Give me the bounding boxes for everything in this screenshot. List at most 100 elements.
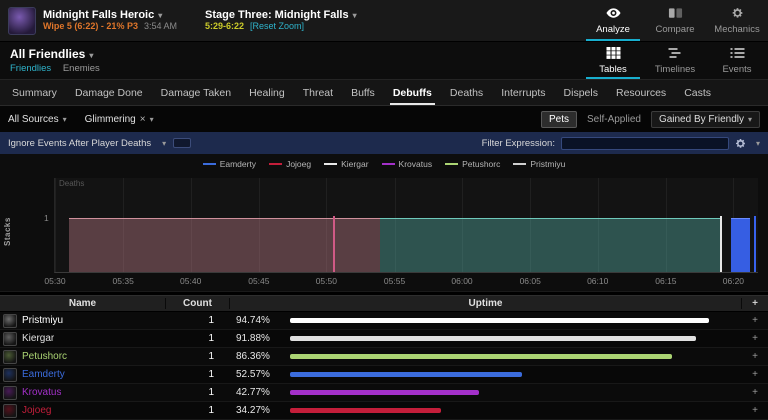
eye-icon — [605, 7, 621, 22]
column-header-expand[interactable]: + — [742, 298, 768, 309]
uptime-cell: 42.77% — [230, 387, 742, 398]
expand-row-button[interactable]: + — [742, 369, 768, 380]
legend-color-swatch — [202, 163, 216, 165]
column-header-uptime[interactable]: Uptime — [230, 298, 742, 309]
gear-icon — [730, 7, 745, 22]
player-name[interactable]: Krovatus — [22, 387, 61, 398]
expand-row-button[interactable]: + — [742, 351, 768, 362]
nav-item-timelines[interactable]: Timelines — [644, 42, 706, 79]
ability-icon — [3, 331, 17, 346]
chevron-down-icon[interactable] — [752, 138, 760, 149]
tab-damage-taken[interactable]: Damage Taken — [152, 80, 240, 105]
table-row: Jojoeg 1 34.27% + — [0, 402, 768, 420]
player-name-cell: Petushorc — [0, 349, 166, 364]
pets-toggle[interactable]: Pets — [541, 110, 578, 128]
tab-damage-done[interactable]: Damage Done — [66, 80, 152, 105]
x-axis-tick: 06:20 — [722, 276, 745, 286]
player-name-cell: Pristmiyu — [0, 313, 166, 328]
reset-zoom-link[interactable]: [Reset Zoom] — [250, 21, 304, 31]
table-header-row: Name Count Uptime + — [0, 295, 768, 312]
uptime-cell: 34.27% — [230, 405, 742, 416]
count-cell: 1 — [208, 405, 214, 416]
nav-item-events[interactable]: Events — [706, 42, 768, 79]
nav-item-analyze[interactable]: Analyze — [582, 0, 644, 41]
legend-label: Eamderty — [219, 159, 257, 169]
wipe-info[interactable]: Wipe 5 (6:22) - 21% P3 — [43, 21, 138, 31]
uptime-bar-track — [290, 372, 732, 377]
nav-item-compare[interactable]: Compare — [644, 0, 706, 41]
expand-row-button[interactable]: + — [742, 405, 768, 416]
chevron-down-icon — [59, 114, 67, 125]
ignore-deaths-toggle[interactable] — [173, 138, 192, 148]
chevron-down-icon — [744, 114, 752, 125]
compare-icon — [668, 7, 683, 22]
filter-expression-label: Filter Expression: — [481, 137, 555, 149]
timeline-icon — [668, 47, 683, 62]
count-cell: 1 — [208, 333, 214, 344]
tab-summary[interactable]: Summary — [3, 80, 66, 105]
ignore-deaths-dropdown[interactable]: Ignore Events After Player Deaths — [8, 138, 192, 149]
uptime-cell: 94.74% — [230, 315, 742, 326]
player-name[interactable]: Petushorc — [22, 351, 67, 362]
chevron-down-icon — [158, 138, 166, 149]
settings-gear-icon[interactable] — [735, 138, 746, 149]
nav-item-mechanics[interactable]: Mechanics — [706, 0, 768, 41]
table-row: Kiergar 1 91.88% + — [0, 330, 768, 348]
legend-label: Kiergar — [341, 159, 369, 169]
remove-filter-icon[interactable] — [136, 114, 146, 125]
uptime-bar-track — [290, 408, 732, 413]
friendlies-link[interactable]: Friendlies — [10, 63, 51, 74]
tab-buffs[interactable]: Buffs — [342, 80, 384, 105]
tab-interrupts[interactable]: Interrupts — [492, 80, 554, 105]
y-axis-label: Stacks — [3, 217, 12, 246]
gained-by-dropdown[interactable]: Gained By Friendly — [650, 110, 760, 128]
chart-legend: Eamderty Jojoeg Kiergar Krovatus Petushorc Pr… — [0, 159, 768, 169]
ability-filter-dropdown[interactable]: Glimmering — [85, 114, 154, 125]
filter-bar: All Sources Glimmering Pets Self-Applied… — [0, 106, 768, 132]
player-name[interactable]: Eamderty — [22, 369, 65, 380]
column-header-count[interactable]: Count — [166, 298, 230, 309]
enemies-link[interactable]: Enemies — [63, 63, 100, 74]
uptime-percent: 94.74% — [236, 315, 270, 326]
legend-item-kiergar: Kiergar — [324, 159, 369, 169]
nav-item-label: Mechanics — [714, 23, 760, 35]
tab-casts[interactable]: Casts — [675, 80, 720, 105]
chevron-down-icon — [146, 114, 154, 125]
player-name[interactable]: Kiergar — [22, 333, 54, 344]
player-name[interactable]: Jojoeg — [22, 405, 51, 416]
legend-color-swatch — [269, 163, 283, 165]
self-applied-toggle[interactable]: Self-Applied — [587, 114, 641, 125]
tab-healing[interactable]: Healing — [240, 80, 294, 105]
player-name[interactable]: Pristmiyu — [22, 315, 63, 326]
x-gridline — [55, 178, 56, 272]
source-filter-dropdown[interactable]: All Sources — [8, 114, 67, 125]
uptime-cell: 52.57% — [230, 369, 742, 380]
nav-item-tables[interactable]: Tables — [582, 42, 644, 79]
stage-title[interactable]: Stage Three: Midnight Falls — [205, 9, 349, 21]
column-header-name[interactable]: Name — [0, 298, 166, 309]
uptime-percent: 91.88% — [236, 333, 270, 344]
group-title[interactable]: All Friendlies — [10, 47, 85, 61]
tab-threat[interactable]: Threat — [294, 80, 342, 105]
expand-row-button[interactable]: + — [742, 315, 768, 326]
tab-deaths[interactable]: Deaths — [441, 80, 492, 105]
fight-title[interactable]: Midnight Falls Heroic — [43, 9, 154, 21]
table-row: Pristmiyu 1 94.74% + — [0, 312, 768, 330]
legend-color-swatch — [513, 163, 527, 165]
x-axis-tick: 05:35 — [112, 276, 134, 286]
tab-resources[interactable]: Resources — [607, 80, 675, 105]
tab-debuffs[interactable]: Debuffs — [384, 80, 441, 105]
view-nav: Tables Timelines Events — [582, 42, 768, 79]
uptime-cell: 86.36% — [230, 351, 742, 362]
table-row: Petushorc 1 86.36% + — [0, 348, 768, 366]
count-cell: 1 — [208, 315, 214, 326]
fight-block: Midnight Falls Heroic Wipe 5 (6:22) - 21… — [43, 9, 177, 32]
filter-expression-input[interactable] — [560, 136, 729, 150]
nav-item-label: Tables — [599, 63, 627, 75]
count-cell: 1 — [208, 387, 214, 398]
expand-row-button[interactable]: + — [742, 333, 768, 344]
expand-row-button[interactable]: + — [742, 387, 768, 398]
ability-icon — [3, 349, 17, 364]
tab-dispels[interactable]: Dispels — [555, 80, 607, 105]
x-axis-tick: 05:40 — [180, 276, 202, 286]
